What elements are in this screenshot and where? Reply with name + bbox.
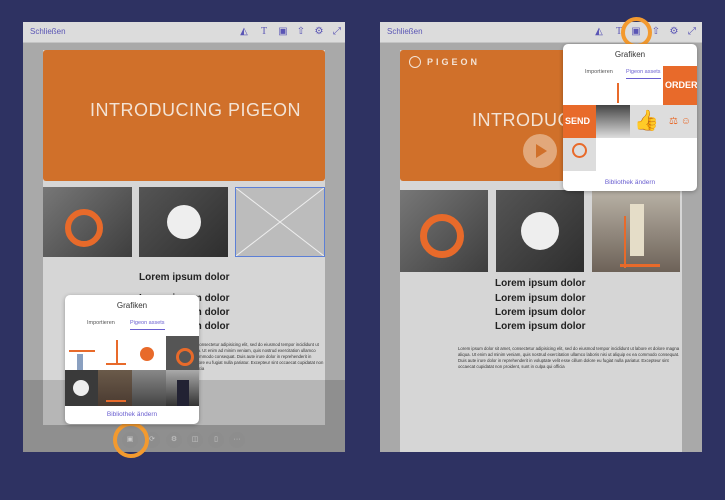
asset-people-photo[interactable] [132, 370, 166, 406]
settings-icon[interactable]: ⚙ [166, 432, 182, 448]
pigeon-logo-image[interactable] [496, 190, 584, 272]
popover-title: Grafiken [116, 301, 148, 310]
asset-man-photo[interactable] [166, 370, 199, 406]
brand-name: PIGEON [427, 57, 481, 67]
tab-import[interactable]: Importieren [87, 320, 115, 326]
heading-4: Lorem ipsum dolor [495, 321, 586, 332]
asset-scooter-2[interactable] [98, 336, 132, 370]
pigeon-logo-icon [409, 56, 421, 68]
man-with-scooter-image[interactable] [592, 190, 680, 272]
asset-collage[interactable] [596, 105, 630, 138]
heading-3: Lorem ipsum dolor [495, 307, 586, 318]
play-button[interactable] [523, 134, 557, 168]
asset-scooter-handle[interactable] [563, 83, 630, 105]
body-text: Lorem ipsum dolor sit amet, consectetur … [458, 346, 680, 369]
settings-icon[interactable]: ⚙ [668, 26, 680, 38]
text-icon[interactable]: T [258, 26, 270, 38]
layers-icon[interactable]: ◫ [187, 432, 203, 448]
asset-award-ribbon[interactable] [563, 138, 596, 171]
tab-pigeon-assets[interactable]: Pigeon assets [130, 320, 165, 330]
trash-icon[interactable]: ▯ [208, 432, 224, 448]
asset-scooter-photo[interactable] [166, 336, 199, 370]
hero-title: INTRODUCING PIGEON [90, 100, 302, 120]
hero-banner[interactable]: INTRODUCING PIGEON [43, 50, 325, 181]
settings-icon[interactable]: ⚙ [313, 26, 325, 38]
expand-icon[interactable]: ⤢ [331, 26, 343, 38]
more-icon[interactable]: ··· [229, 432, 245, 448]
heading-2: Lorem ipsum dolor [495, 293, 586, 304]
pigeon-logo-image[interactable] [139, 187, 228, 257]
close-button[interactable]: Schließen [387, 27, 423, 36]
asset-send-banner[interactable]: SEND [563, 105, 596, 138]
shape-icon[interactable]: ◭ [238, 26, 250, 38]
top-toolbar: Schließen ◭ T ▣ ⇧ ⚙ ⤢ [380, 22, 702, 43]
change-library-link[interactable]: Bibliothek ändern [563, 179, 697, 186]
close-button[interactable]: Schließen [30, 27, 66, 36]
heading-1: Lorem ipsum dolor [139, 272, 230, 283]
asset-icons[interactable]: ⚖ ☺ [663, 105, 697, 138]
asset-scooter-1[interactable] [65, 336, 98, 370]
top-toolbar: Schließen ◭ T ▣ ⇧ ⚙ ⤢ [23, 22, 345, 43]
popover-title: Grafiken [614, 50, 646, 59]
asset-thumbs-up[interactable]: 👍 [630, 105, 663, 138]
asset-street-photo[interactable] [98, 370, 132, 406]
highlight-ring [113, 422, 149, 458]
tab-pigeon-assets[interactable]: Pigeon assets [626, 69, 661, 79]
asset-scooter-3[interactable] [132, 336, 166, 370]
asset-order-banner[interactable]: ORDER [663, 66, 697, 105]
shape-icon[interactable]: ◭ [593, 26, 605, 38]
expand-icon[interactable]: ⤢ [686, 26, 698, 38]
scooter-wheel-image[interactable] [400, 190, 488, 272]
heading-1: Lorem ipsum dolor [495, 278, 586, 289]
scooter-wheel-image[interactable] [43, 187, 132, 257]
graphics-popover: Grafiken Importieren Pigeon assets Bibli… [65, 295, 199, 424]
image-icon[interactable]: ▣ [277, 26, 289, 38]
image-placeholder-selected[interactable] [235, 187, 325, 257]
asset-pigeon-logo[interactable] [65, 370, 98, 406]
tab-import[interactable]: Importieren [585, 69, 613, 75]
share-icon[interactable]: ⇧ [295, 26, 307, 38]
graphics-popover: Grafiken Importieren Pigeon assets ORDER… [563, 44, 697, 191]
change-library-link[interactable]: Bibliothek ändern [65, 411, 199, 418]
